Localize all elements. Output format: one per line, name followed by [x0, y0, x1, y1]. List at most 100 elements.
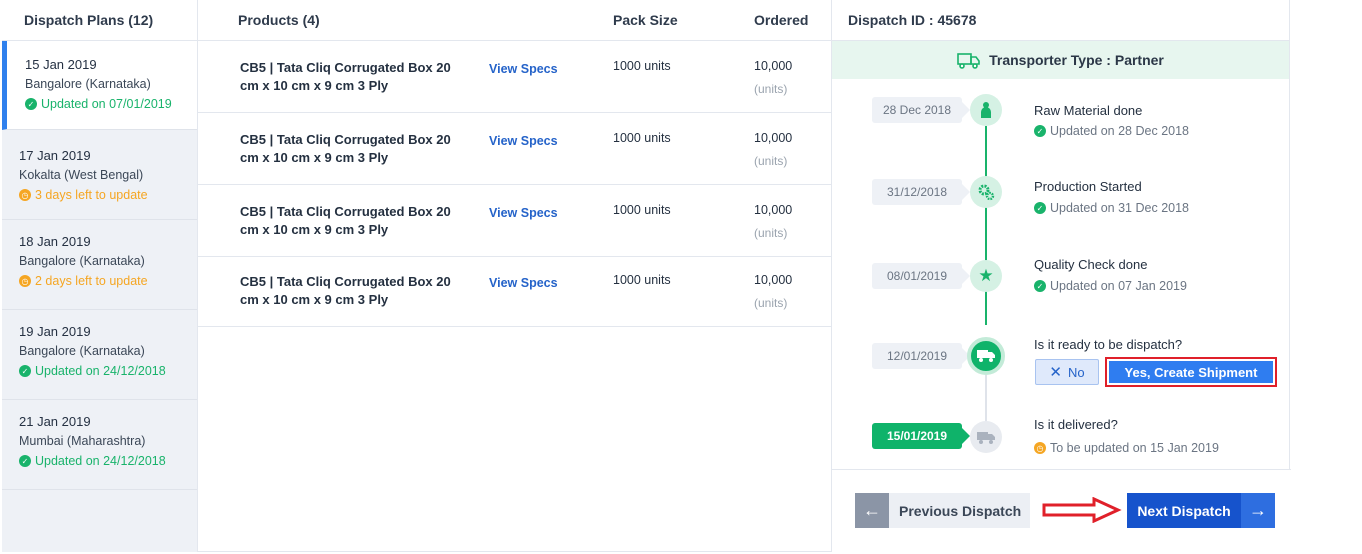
dispatch-plan-item[interactable]: 17 Jan 2019 Kokalta (West Bengal) ◷ 3 da…: [2, 130, 197, 220]
product-name: CB5 | Tata Cliq Corrugated Box 20 cm x 1…: [240, 274, 451, 307]
plan-status-text: Updated on 24/12/2018: [35, 454, 166, 468]
create-shipment-highlight: Yes, Create Shipment: [1105, 357, 1277, 387]
timeline-status-text: Updated on 31 Dec 2018: [1050, 201, 1189, 215]
timeline-node-current: [967, 337, 1005, 375]
dispatch-details-panel: Dispatch ID : 45678 Transporter Type : P…: [831, 0, 1291, 552]
gears-icon: [978, 184, 995, 201]
plan-status-text: 3 days left to update: [35, 188, 148, 202]
timeline-date: 31/12/2018: [872, 179, 970, 205]
transporter-type-text: Transporter Type : Partner: [989, 52, 1164, 68]
plan-city: Bangalore (Karnataka): [19, 344, 145, 358]
timeline-title: Raw Material done: [1034, 103, 1143, 118]
plan-status-text: Updated on 07/01/2019: [41, 97, 172, 111]
timeline-status: ✓ Updated on 31 Dec 2018: [1034, 201, 1189, 215]
plan-status: ◷ 3 days left to update: [19, 188, 197, 202]
previous-dispatch-button[interactable]: ← Previous Dispatch: [855, 493, 1030, 528]
timeline-date: 15/01/2019: [872, 423, 970, 449]
timeline-status: ✓ Updated on 28 Dec 2018: [1034, 124, 1189, 138]
plan-city: Mumbai (Maharashtra): [19, 434, 146, 448]
truck-icon: [977, 350, 995, 362]
ordered-unit: (units): [754, 226, 788, 240]
timeline-title: Is it delivered?: [1034, 417, 1118, 432]
dispatch-plan-item[interactable]: 15 Jan 2019 Bangalore (Karnataka) ✓ Upda…: [2, 41, 197, 130]
pack-size-value: 1000 units: [613, 273, 671, 287]
timeline-title: Is it ready to be dispatch?: [1034, 337, 1183, 352]
column-products: Products (4): [238, 12, 320, 28]
clock-icon: ◷: [19, 275, 31, 287]
timeline-node-pending: [970, 421, 1002, 453]
no-button-label: No: [1067, 364, 1085, 380]
table-row: CB5 | Tata Cliq Corrugated Box 20 cm x 1…: [198, 113, 831, 185]
ordered-value: 10,000: [754, 131, 793, 145]
timeline-date: 12/01/2019: [872, 343, 970, 369]
view-specs-link[interactable]: View Specs: [489, 276, 558, 290]
plan-status-text: 2 days left to update: [35, 274, 148, 288]
check-circle-icon: ✓: [1034, 202, 1046, 214]
previous-dispatch-label: Previous Dispatch: [899, 502, 1022, 519]
dispatch-id-title: Dispatch ID : 45678: [832, 0, 1289, 41]
transporter-type-banner: Transporter Type : Partner: [832, 41, 1289, 79]
dispatch-plan-item[interactable]: 18 Jan 2019 Bangalore (Karnataka) ◷ 2 da…: [2, 220, 197, 310]
plan-status: ◷ 2 days left to update: [19, 274, 197, 288]
arrow-left-icon: ←: [855, 493, 889, 528]
plan-city: Bangalore (Karnataka): [25, 77, 151, 91]
column-ordered: Ordered: [754, 12, 809, 28]
dispatch-plan-item[interactable]: 21 Jan 2019 Mumbai (Maharashtra) ✓ Updat…: [2, 400, 197, 490]
plan-status: ✓ Updated on 24/12/2018: [19, 364, 197, 378]
plan-status-text: Updated on 24/12/2018: [35, 364, 166, 378]
close-icon: ✕: [1049, 364, 1062, 381]
plans-list-filler: [2, 490, 197, 552]
dispatch-plan-item[interactable]: 19 Jan 2019 Bangalore (Karnataka) ✓ Upda…: [2, 310, 197, 400]
clock-icon: ◷: [19, 189, 31, 201]
next-dispatch-label: Next Dispatch: [1137, 502, 1231, 519]
table-row: CB5 | Tata Cliq Corrugated Box 20 cm x 1…: [198, 185, 831, 257]
product-name: CB5 | Tata Cliq Corrugated Box 20 cm x 1…: [240, 204, 451, 237]
view-specs-link[interactable]: View Specs: [489, 134, 558, 148]
check-circle-icon: ✓: [19, 365, 31, 377]
plan-city: Kokalta (West Bengal): [19, 168, 144, 182]
ordered-value: 10,000: [754, 203, 793, 217]
products-panel: Products (4) Pack Size Ordered CB5 | Tat…: [198, 0, 831, 552]
check-circle-icon: ✓: [19, 455, 31, 467]
arrow-right-icon: →: [1241, 493, 1275, 528]
no-button[interactable]: ✕ No: [1035, 359, 1099, 385]
dispatch-navigation: ← Previous Dispatch Next Dispatch →: [832, 469, 1291, 552]
timeline-connector-pending: [985, 375, 987, 423]
timeline-status-text: Updated on 07 Jan 2019: [1050, 279, 1187, 293]
plan-date: 19 Jan 2019: [19, 324, 91, 339]
pack-size-value: 1000 units: [613, 203, 671, 217]
products-table-header: Products (4) Pack Size Ordered: [198, 0, 831, 41]
check-circle-icon: ✓: [1034, 125, 1046, 137]
plan-city: Bangalore (Karnataka): [19, 254, 145, 268]
view-specs-link[interactable]: View Specs: [489, 206, 558, 220]
timeline-title: Production Started: [1034, 179, 1142, 194]
create-shipment-button[interactable]: Yes, Create Shipment: [1109, 361, 1273, 383]
ordered-value: 10,000: [754, 59, 793, 73]
timeline-date: 08/01/2019: [872, 263, 970, 289]
dispatch-plans-panel: Dispatch Plans (12) 15 Jan 2019 Bangalor…: [2, 0, 198, 552]
star-icon: ★: [978, 266, 994, 285]
plan-date: 15 Jan 2019: [25, 57, 97, 72]
dispatch-timeline: 28 Dec 2018 Raw Material done ✓ Updated …: [832, 79, 1291, 469]
view-specs-link[interactable]: View Specs: [489, 62, 558, 76]
pointer-arrow-icon: [1042, 497, 1122, 523]
worker-icon: [981, 102, 991, 118]
column-pack-size: Pack Size: [613, 12, 678, 28]
timeline-connector: [985, 126, 987, 325]
plan-date: 21 Jan 2019: [19, 414, 91, 429]
pack-size-value: 1000 units: [613, 59, 671, 73]
clock-icon: ◷: [1034, 442, 1046, 454]
timeline-node: [970, 94, 1002, 126]
product-name: CB5 | Tata Cliq Corrugated Box 20 cm x 1…: [240, 60, 451, 93]
next-dispatch-button[interactable]: Next Dispatch →: [1127, 493, 1275, 528]
ordered-unit: (units): [754, 82, 788, 96]
plan-date: 17 Jan 2019: [19, 148, 91, 163]
timeline-status: ◷ To be updated on 15 Jan 2019: [1034, 441, 1219, 455]
timeline-node: [970, 176, 1002, 208]
ordered-value: 10,000: [754, 273, 793, 287]
plan-status: ✓ Updated on 24/12/2018: [19, 454, 197, 468]
timeline-status: ✓ Updated on 07 Jan 2019: [1034, 279, 1187, 293]
product-name: CB5 | Tata Cliq Corrugated Box 20 cm x 1…: [240, 132, 451, 165]
ordered-unit: (units): [754, 296, 788, 310]
table-row: CB5 | Tata Cliq Corrugated Box 20 cm x 1…: [198, 41, 831, 113]
